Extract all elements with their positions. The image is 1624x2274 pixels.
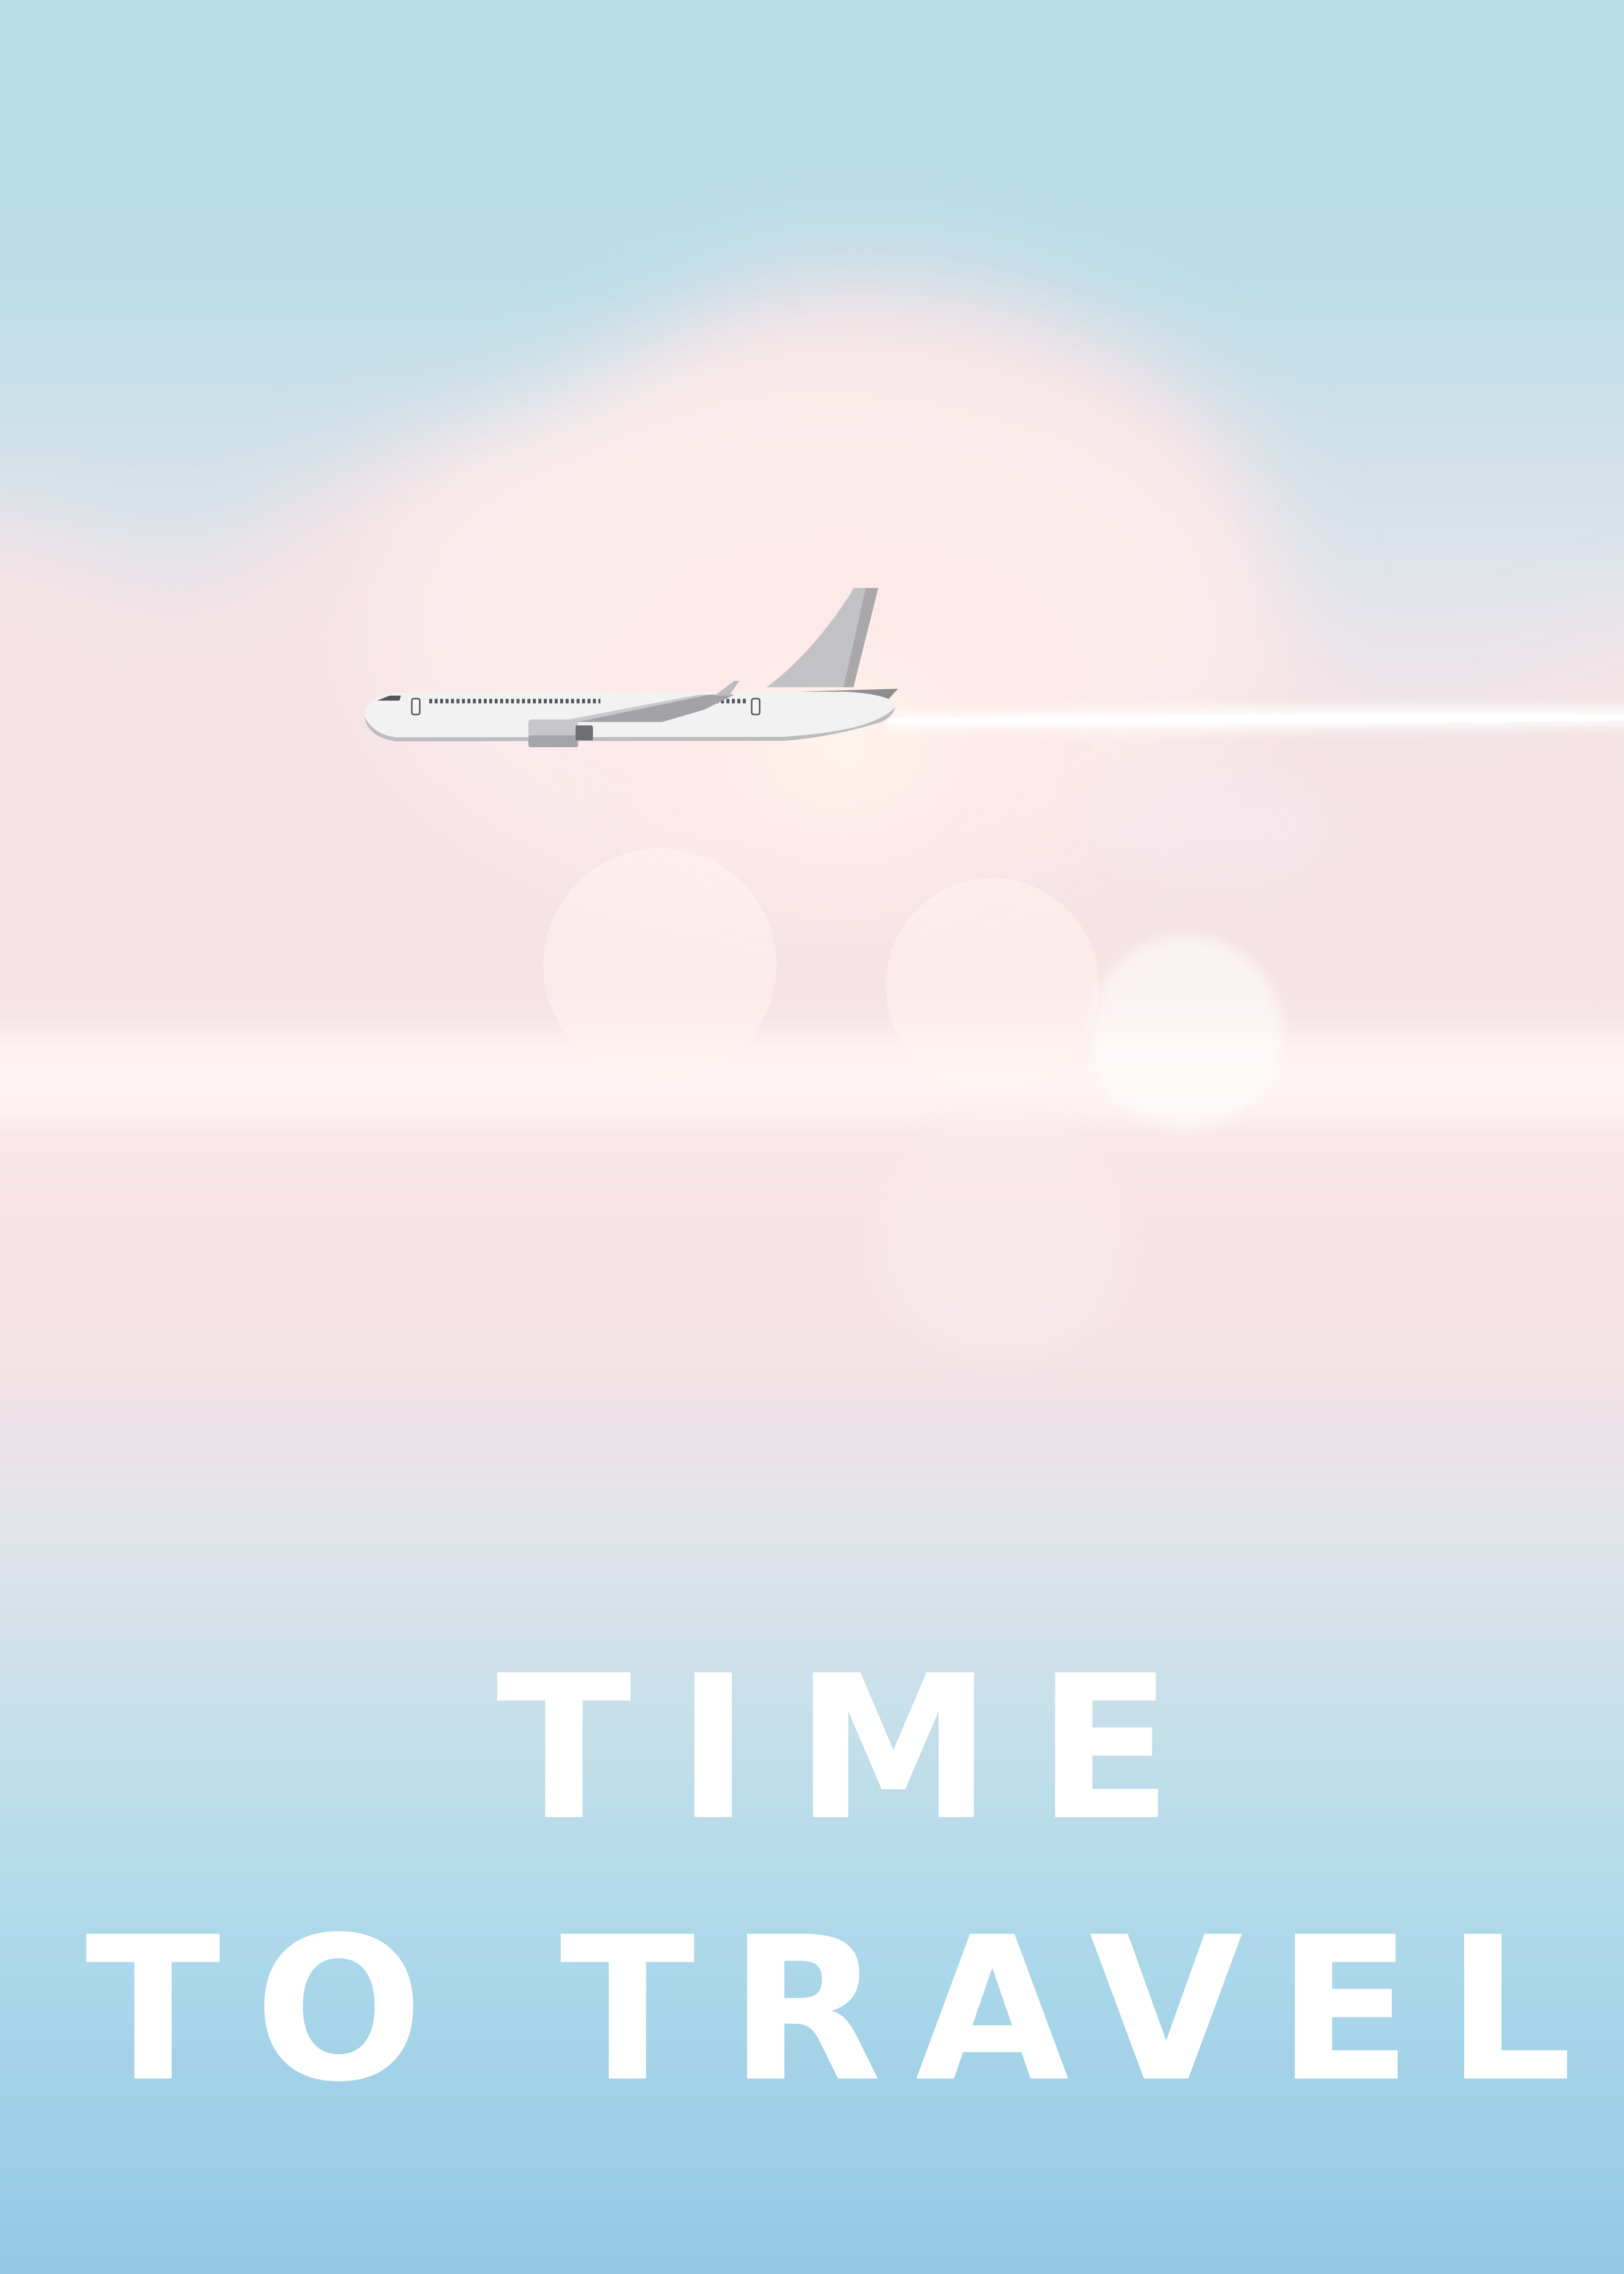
headline-line-1: TIME [496, 1633, 1217, 1864]
headline-line-2: TO TRAVEL [85, 1895, 1607, 2126]
horizon-glow [0, 1032, 1624, 1216]
travel-poster: TIME TO TRAVEL [0, 0, 1624, 2274]
